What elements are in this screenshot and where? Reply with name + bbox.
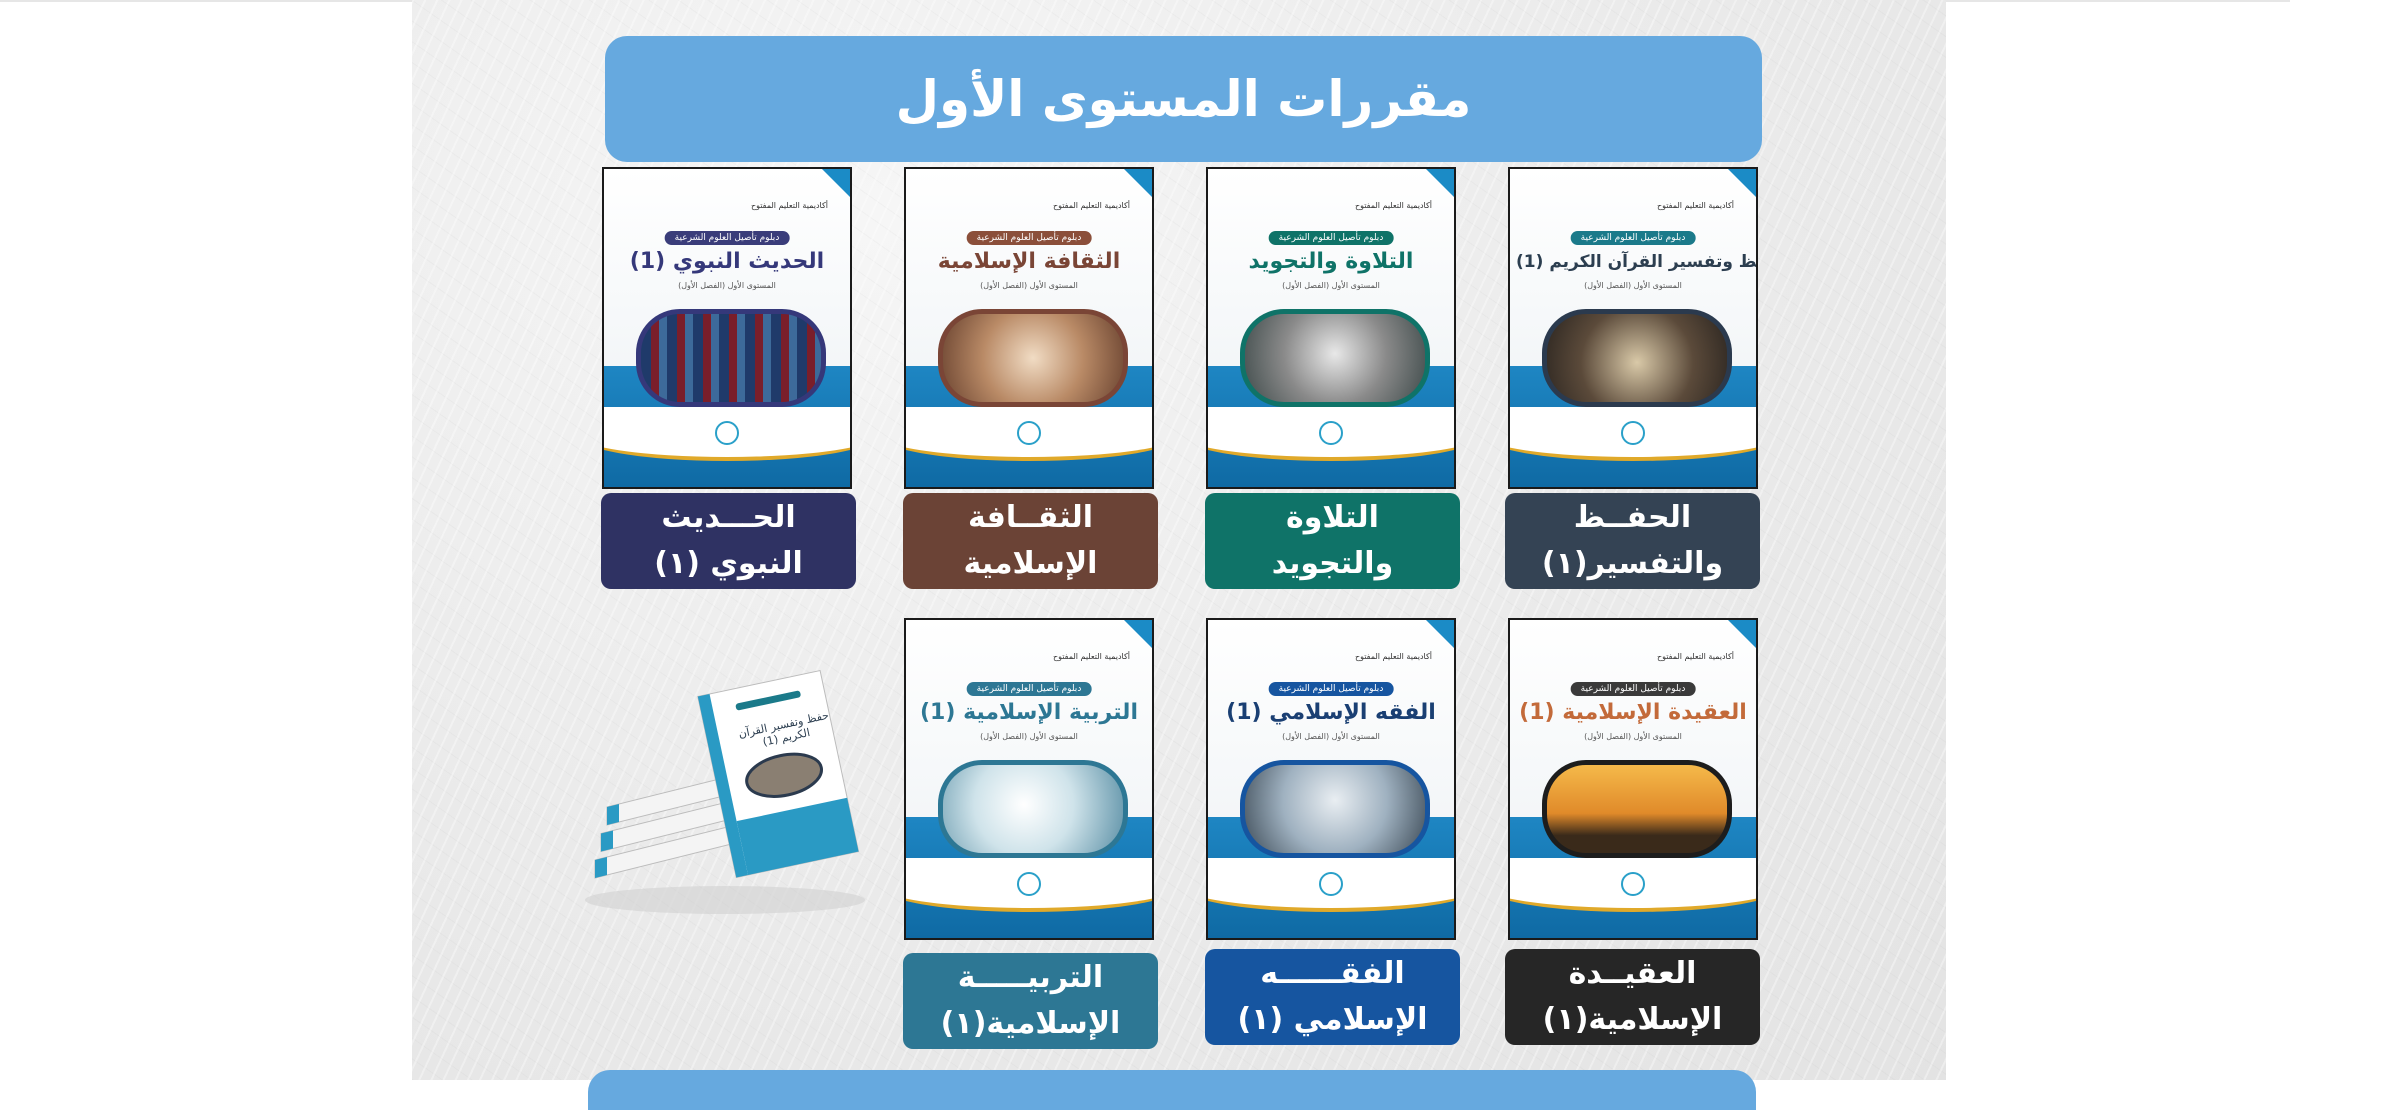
cover-photo-scales bbox=[1240, 760, 1430, 858]
cover-series: دبلوم تأصيل العلوم الشرعية bbox=[1268, 231, 1394, 245]
cover-title: الحديث النبوي (1) bbox=[629, 249, 825, 274]
label-line-1: الحفــظ bbox=[1573, 500, 1692, 535]
cover-title: حفظ وتفسير القرآن الكريم (1) bbox=[1516, 252, 1758, 272]
course-cover-tilawa[interactable]: أكاديمية التعليم المفتوح دبلوم تأصيل الع… bbox=[1206, 167, 1456, 489]
cover-series: دبلوم تأصيل العلوم الشرعية bbox=[966, 682, 1092, 696]
course-label-hifz[interactable]: الحفــظ والتفسير(١) bbox=[1505, 493, 1760, 589]
cover-title: الثقافة الإسلامية bbox=[937, 249, 1121, 274]
cover-series: دبلوم تأصيل العلوم الشرعية bbox=[664, 231, 790, 245]
course-label-thaqafa[interactable]: الثقــافة الإسلامية bbox=[903, 493, 1158, 589]
cover-photo-quran bbox=[1542, 309, 1732, 407]
cover-series: دبلوم تأصيل العلوم الشرعية bbox=[966, 231, 1092, 245]
cover-series: دبلوم تأصيل العلوم الشرعية bbox=[1570, 231, 1696, 245]
emblem-icon bbox=[715, 421, 739, 445]
course-label-tarbiya[interactable]: التربيـــــة الإسلامية(١) bbox=[903, 953, 1158, 1049]
label-line-2: الإسلامية bbox=[963, 546, 1098, 581]
cover-level: المستوى الأول (الفصل الأول) bbox=[980, 732, 1078, 741]
emblem-icon bbox=[1017, 872, 1041, 896]
label-line-2: الإسلامي (١) bbox=[1237, 1002, 1428, 1037]
cover-publisher: أكاديمية التعليم المفتوح bbox=[750, 201, 828, 210]
page-title: مقررات المستوى الأول bbox=[605, 36, 1762, 162]
course-label-aqeeda[interactable]: العقيــدة الإسلامية(١) bbox=[1505, 949, 1760, 1045]
cover-series: دبلوم تأصيل العلوم الشرعية bbox=[1268, 682, 1394, 696]
course-cover-tarbiya[interactable]: أكاديمية التعليم المفتوح دبلوم تأصيل الع… bbox=[904, 618, 1154, 940]
emblem-icon bbox=[1621, 872, 1645, 896]
cover-title: التربية الإسلامية (1) bbox=[919, 700, 1138, 725]
cover-level: المستوى الأول (الفصل الأول) bbox=[1282, 281, 1380, 290]
label-line-2: النبوي (١) bbox=[654, 546, 803, 581]
emblem-icon bbox=[1319, 872, 1343, 896]
course-cover-hifz[interactable]: أكاديمية التعليم المفتوح دبلوم تأصيل الع… bbox=[1508, 167, 1758, 489]
course-cover-aqeeda[interactable]: أكاديمية التعليم المفتوح دبلوم تأصيل الع… bbox=[1508, 618, 1758, 940]
course-label-tilawa[interactable]: التلاوة والتجويد bbox=[1205, 493, 1460, 589]
label-line-2: الإسلامية(١) bbox=[1542, 1002, 1723, 1037]
cover-publisher: أكاديمية التعليم المفتوح bbox=[1656, 201, 1734, 210]
label-line-1: الثقــافة bbox=[968, 500, 1093, 535]
course-label-fiqh[interactable]: الفقــــــه الإسلامي (١) bbox=[1205, 949, 1460, 1045]
emblem-icon bbox=[1017, 421, 1041, 445]
course-cover-fiqh[interactable]: أكاديمية التعليم المفتوح دبلوم تأصيل الع… bbox=[1206, 618, 1456, 940]
cover-corner bbox=[822, 169, 850, 197]
course-label-hadith[interactable]: الحـــديث النبوي (١) bbox=[601, 493, 856, 589]
cover-title: الفقه الإسلامي (1) bbox=[1226, 700, 1436, 725]
label-line-2: الإسلامية(١) bbox=[940, 1006, 1121, 1041]
cover-publisher: أكاديمية التعليم المفتوح bbox=[1052, 201, 1130, 210]
course-cover-hadith[interactable]: أكاديمية التعليم المفتوح دبلوم تأصيل الع… bbox=[602, 167, 852, 489]
cover-level: المستوى الأول (الفصل الأول) bbox=[980, 281, 1078, 290]
label-line-1: الحـــديث bbox=[661, 500, 796, 535]
cover-corner bbox=[1124, 620, 1152, 648]
cover-corner bbox=[1124, 169, 1152, 197]
cover-publisher: أكاديمية التعليم المفتوح bbox=[1354, 201, 1432, 210]
emblem-icon bbox=[1319, 421, 1343, 445]
cover-publisher: أكاديمية التعليم المفتوح bbox=[1052, 652, 1130, 661]
next-section-header bbox=[588, 1070, 1756, 1110]
label-line-2: والتفسير(١) bbox=[1541, 546, 1724, 581]
cover-photo-child bbox=[938, 760, 1128, 858]
label-line-2: والتجويد bbox=[1271, 546, 1394, 581]
emblem-icon bbox=[1621, 421, 1645, 445]
cover-publisher: أكاديمية التعليم المفتوح bbox=[1354, 652, 1432, 661]
cover-corner bbox=[1728, 620, 1756, 648]
cover-level: المستوى الأول (الفصل الأول) bbox=[1584, 732, 1682, 741]
course-cover-thaqafa[interactable]: أكاديمية التعليم المفتوح دبلوم تأصيل الع… bbox=[904, 167, 1154, 489]
label-line-1: التلاوة bbox=[1286, 500, 1379, 535]
book-stack-mockup: حفظ وتفسير القرآن الكريم (1) bbox=[575, 660, 895, 920]
cover-level: المستوى الأول (الفصل الأول) bbox=[678, 281, 776, 290]
cover-corner bbox=[1426, 620, 1454, 648]
cover-level: المستوى الأول (الفصل الأول) bbox=[1282, 732, 1380, 741]
cover-corner bbox=[1728, 169, 1756, 197]
cover-level: المستوى الأول (الفصل الأول) bbox=[1584, 281, 1682, 290]
cover-title: التلاوة والتجويد bbox=[1248, 249, 1414, 274]
cover-series: دبلوم تأصيل العلوم الشرعية bbox=[1570, 682, 1696, 696]
cover-photo-sunset bbox=[1542, 760, 1732, 858]
cover-title: العقيدة الإسلامية (1) bbox=[1519, 700, 1747, 725]
cover-publisher: أكاديمية التعليم المفتوح bbox=[1656, 652, 1734, 661]
cover-photo-library bbox=[636, 309, 826, 407]
label-line-1: العقيــدة bbox=[1568, 956, 1697, 991]
cover-photo-mosque bbox=[938, 309, 1128, 407]
label-line-1: الفقــــــه bbox=[1260, 956, 1405, 991]
cover-photo-reader bbox=[1240, 309, 1430, 407]
cover-corner bbox=[1426, 169, 1454, 197]
label-line-1: التربيـــــة bbox=[957, 960, 1104, 995]
book-stack-illustration bbox=[585, 669, 865, 914]
